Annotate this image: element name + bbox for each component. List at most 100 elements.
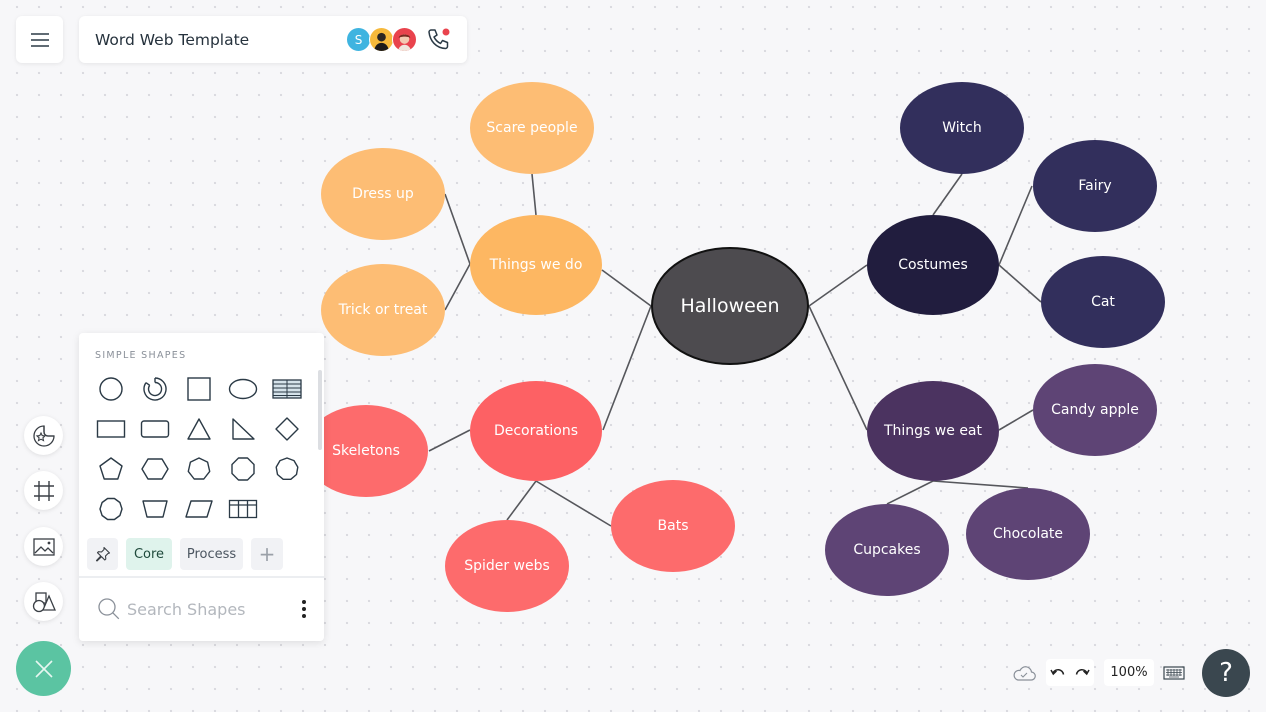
connector-center-deco[interactable] — [602, 305, 652, 431]
connector-deco-bats[interactable] — [535, 480, 612, 527]
close-icon — [34, 659, 53, 678]
shape-table-grid[interactable] — [221, 489, 265, 529]
donut-icon — [143, 377, 167, 401]
connector-eat-cupcakes[interactable] — [886, 480, 934, 505]
save-status — [1012, 659, 1038, 686]
shape-nonagon[interactable] — [265, 449, 309, 489]
shape-square[interactable] — [177, 369, 221, 409]
connector-eat-candy[interactable] — [998, 409, 1034, 431]
leaf-node-choc-label: Chocolate — [993, 526, 1063, 542]
connector-cost-witch[interactable] — [932, 173, 963, 216]
shape-library-tabs: Core Process + — [87, 538, 283, 570]
shape-rounded-rectangle[interactable] — [133, 409, 177, 449]
connector-eat-choc[interactable] — [932, 480, 1029, 489]
branch-node-eat[interactable]: Things we eat — [867, 381, 999, 481]
branch-node-cost[interactable]: Costumes — [867, 215, 999, 315]
shape-table-striped[interactable] — [265, 369, 309, 409]
connector-deco-skel[interactable] — [428, 429, 471, 452]
connector-do-scare[interactable] — [531, 173, 537, 216]
shape-trapezoid[interactable] — [133, 489, 177, 529]
redo-icon[interactable] — [1074, 666, 1090, 680]
leaf-node-cat[interactable]: Cat — [1041, 256, 1165, 348]
pentagon-icon — [99, 457, 123, 480]
leaf-node-choc[interactable]: Chocolate — [966, 488, 1090, 580]
shape-circle[interactable] — [89, 369, 133, 409]
connector-do-dress[interactable] — [444, 193, 471, 265]
leaf-node-candy-label: Candy apple — [1051, 402, 1139, 418]
avatar[interactable] — [369, 27, 394, 52]
help-button[interactable]: ? — [1202, 649, 1250, 697]
keyboard-icon — [1163, 665, 1185, 680]
leaf-node-cat-label: Cat — [1091, 294, 1115, 310]
pin-tab[interactable] — [87, 538, 118, 570]
person-photo-icon — [373, 32, 390, 51]
leaf-node-fairy[interactable]: Fairy — [1033, 140, 1157, 232]
leaf-node-cupcakes[interactable]: Cupcakes — [825, 504, 949, 596]
templates-button[interactable] — [24, 416, 63, 455]
call-button[interactable] — [425, 26, 453, 54]
undo-redo-group — [1046, 659, 1094, 686]
leaf-node-scare-label: Scare people — [486, 120, 577, 136]
avatar[interactable]: S — [346, 27, 371, 52]
leaf-node-witch[interactable]: Witch — [900, 82, 1024, 174]
shape-diamond[interactable] — [265, 409, 309, 449]
shape-pentagon[interactable] — [89, 449, 133, 489]
leaf-node-spider[interactable]: Spider webs — [445, 520, 569, 612]
connector-do-trick[interactable] — [444, 263, 471, 311]
frame-button[interactable] — [24, 471, 63, 510]
search-shapes-input[interactable] — [127, 599, 287, 619]
document-title-bar: Word Web Template S — [79, 16, 467, 63]
tab-process[interactable]: Process — [180, 538, 243, 570]
shape-ellipse[interactable] — [221, 369, 265, 409]
central-topic-node[interactable]: Halloween — [651, 247, 809, 365]
avatar[interactable] — [392, 27, 417, 52]
rounded-rectangle-icon — [140, 420, 170, 438]
leaf-node-scare[interactable]: Scare people — [470, 82, 594, 174]
more-options-button[interactable] — [299, 600, 309, 618]
shape-donut[interactable] — [133, 369, 177, 409]
shape-right-triangle[interactable] — [221, 409, 265, 449]
leaf-node-bats[interactable]: Bats — [611, 480, 735, 572]
close-panel-button[interactable] — [16, 641, 71, 696]
leaf-node-trick[interactable]: Trick or treat — [321, 264, 445, 356]
add-library-tab[interactable]: + — [251, 538, 283, 570]
decagon-icon — [99, 497, 123, 521]
tab-core[interactable]: Core — [126, 538, 172, 570]
shapes-panel: SIMPLE SHAPES Core Process + — [79, 333, 324, 641]
connector-center-eat[interactable] — [808, 305, 868, 431]
connector-center-cost[interactable] — [808, 264, 868, 307]
shape-octagon[interactable] — [221, 449, 265, 489]
shape-decagon[interactable] — [89, 489, 133, 529]
main-menu-button[interactable] — [16, 16, 63, 63]
diamond-icon — [275, 417, 299, 441]
zoom-level[interactable]: 100% — [1104, 659, 1154, 686]
leaf-node-witch-label: Witch — [942, 120, 981, 136]
triangle-icon — [187, 418, 211, 440]
connector-center-do[interactable] — [601, 269, 652, 307]
shape-search — [97, 593, 309, 625]
leaf-node-bats-label: Bats — [658, 518, 689, 534]
undo-icon[interactable] — [1050, 666, 1066, 680]
shape-hexagon[interactable] — [133, 449, 177, 489]
connector-cost-cat[interactable] — [998, 264, 1042, 303]
image-button[interactable] — [24, 527, 63, 566]
shape-parallelogram[interactable] — [177, 489, 221, 529]
shape-heptagon[interactable] — [177, 449, 221, 489]
leaf-node-trick-label: Trick or treat — [338, 302, 428, 318]
shapes-button[interactable] — [24, 582, 63, 621]
branch-node-deco[interactable]: Decorations — [470, 381, 602, 481]
leaf-node-dress[interactable]: Dress up — [321, 148, 445, 240]
shape-rectangle[interactable] — [89, 409, 133, 449]
keyboard-shortcuts-button[interactable] — [1163, 659, 1187, 686]
connector-deco-spider[interactable] — [506, 480, 537, 521]
shape-triangle[interactable] — [177, 409, 221, 449]
branch-node-cost-label: Costumes — [898, 257, 968, 273]
branch-node-do[interactable]: Things we do — [470, 215, 602, 315]
document-title[interactable]: Word Web Template — [95, 31, 348, 49]
rectangle-icon — [96, 420, 126, 438]
panel-scrollbar[interactable] — [318, 370, 322, 450]
leaf-node-candy[interactable]: Candy apple — [1033, 364, 1157, 456]
connector-cost-fairy[interactable] — [998, 185, 1033, 266]
leaf-node-skel-label: Skeletons — [332, 443, 400, 459]
person-photo-icon — [397, 33, 412, 51]
